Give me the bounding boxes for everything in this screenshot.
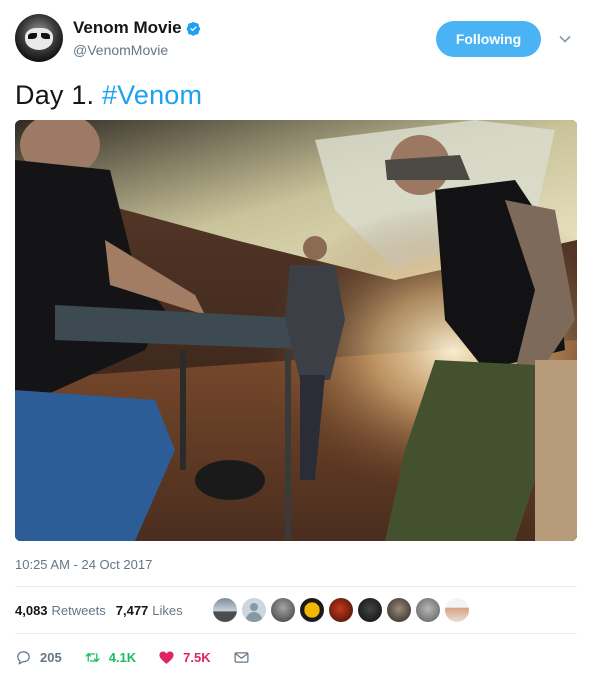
liker-avatar[interactable] <box>358 598 382 622</box>
photo-scene <box>15 120 577 541</box>
liker-avatar[interactable] <box>416 598 440 622</box>
retweets-stat[interactable]: 4,083 Retweets <box>15 603 106 618</box>
display-name[interactable]: Venom Movie <box>73 18 182 38</box>
liker-avatar[interactable] <box>387 598 411 622</box>
tweet-text: Day 1. #Venom <box>15 80 202 111</box>
name-row: Venom Movie <box>73 18 201 38</box>
verified-badge-icon <box>186 21 200 36</box>
following-button[interactable]: Following <box>436 21 541 57</box>
tweet-header: Venom Movie @VenomMovie Following <box>15 14 581 64</box>
retweet-icon <box>85 652 100 662</box>
engagement-stats: 4,083 Retweets 7,477 Likes <box>15 598 193 622</box>
liker-avatar[interactable] <box>445 598 469 622</box>
avatar-mask-graphic <box>25 28 53 50</box>
liker-avatar[interactable] <box>271 598 295 622</box>
liker-avatars <box>213 598 474 622</box>
reply-button[interactable]: 205 <box>15 649 62 666</box>
liker-avatar[interactable] <box>329 598 353 622</box>
handle[interactable]: @VenomMovie <box>73 42 168 58</box>
tweet-text-plain: Day 1. <box>15 80 102 110</box>
envelope-icon <box>234 651 249 663</box>
likes-count: 7,477 <box>115 602 149 618</box>
tweet-actions: 205 4.1K 7.5K <box>15 646 280 668</box>
direct-message-button[interactable] <box>233 649 258 666</box>
like-button[interactable]: 7.5K <box>158 649 211 666</box>
retweets-label: Retweets <box>51 602 106 618</box>
tweet-timestamp[interactable]: 10:25 AM - 24 Oct 2017 <box>15 557 152 572</box>
chevron-down-icon[interactable] <box>558 32 572 46</box>
like-count: 7.5K <box>183 649 211 665</box>
likes-label: Likes <box>152 602 183 618</box>
liker-avatar[interactable] <box>242 598 266 622</box>
heart-icon <box>159 650 174 664</box>
divider <box>15 586 577 587</box>
liker-avatar[interactable] <box>213 598 237 622</box>
avatar[interactable] <box>15 14 63 62</box>
retweet-button[interactable]: 4.1K <box>84 649 136 666</box>
reply-icon <box>17 650 30 665</box>
likes-stat[interactable]: 7,477 Likes <box>116 603 183 618</box>
divider <box>15 633 577 634</box>
liker-avatar[interactable] <box>300 598 324 622</box>
retweet-count: 4.1K <box>108 649 137 665</box>
retweets-count: 4,083 <box>15 602 48 618</box>
hashtag-link[interactable]: #Venom <box>102 80 202 110</box>
tweet-photo[interactable] <box>15 120 577 541</box>
reply-count: 205 <box>40 649 62 665</box>
